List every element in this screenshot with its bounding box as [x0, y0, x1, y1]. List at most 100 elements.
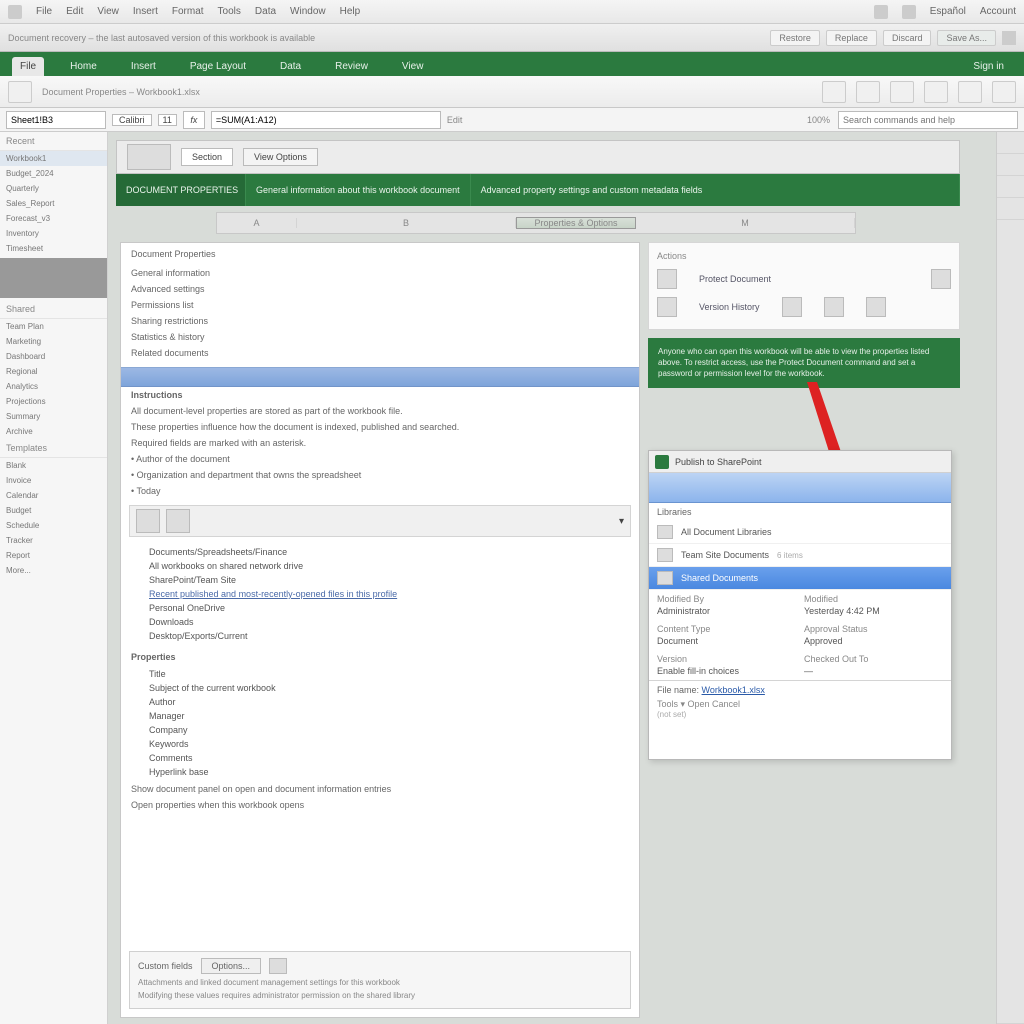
nav-item[interactable]: Blank [0, 458, 107, 473]
nav-item[interactable]: Report [0, 548, 107, 563]
name-box[interactable] [6, 111, 106, 129]
nav-item[interactable]: Team Plan [0, 319, 107, 334]
nav-item[interactable]: Budget [0, 503, 107, 518]
nav-item[interactable]: More... [0, 563, 107, 578]
recent-location[interactable]: Personal OneDrive [149, 601, 639, 615]
menu-file[interactable]: File [36, 6, 52, 17]
cut-icon[interactable] [924, 81, 948, 103]
redo-icon[interactable] [856, 81, 880, 103]
nav-item[interactable]: Timesheet [0, 241, 107, 256]
formula-input[interactable] [211, 111, 441, 129]
share-icon[interactable] [782, 297, 802, 317]
menu-view[interactable]: View [97, 6, 119, 17]
file-row[interactable]: All Document Libraries [649, 521, 951, 544]
protect-doc-label[interactable]: Protect Document [699, 274, 771, 284]
section-tab[interactable]: Section [181, 148, 233, 166]
dialog-titlebar[interactable]: Publish to SharePoint [649, 451, 951, 473]
gear-icon[interactable] [269, 958, 287, 974]
recent-location[interactable]: All workbooks on shared network drive [149, 559, 639, 573]
nav-item[interactable]: Analytics [0, 379, 107, 394]
menu-window[interactable]: Window [290, 6, 326, 17]
menu-insert[interactable]: Insert [133, 6, 158, 17]
recent-location[interactable]: Documents/Spreadsheets/Finance [149, 545, 639, 559]
nav-item[interactable]: Marketing [0, 334, 107, 349]
recent-location[interactable]: Desktop/Exports/Current [149, 629, 639, 643]
location-picker[interactable]: ▾ [129, 505, 631, 537]
col-m[interactable]: M [636, 218, 855, 228]
menu-tools[interactable]: Tools [218, 6, 241, 17]
discard-button[interactable]: Discard [883, 30, 932, 46]
nav-item[interactable]: Calendar [0, 488, 107, 503]
nav-item[interactable]: Projections [0, 394, 107, 409]
prop-link[interactable]: Advanced settings [121, 281, 639, 297]
format-painter-icon[interactable] [992, 81, 1016, 103]
prop-link[interactable]: Permissions list [121, 297, 639, 313]
nav-item[interactable]: Archive [0, 424, 107, 439]
prop-field[interactable]: Company [149, 723, 639, 737]
scroll-down-icon[interactable] [997, 1002, 1024, 1024]
dialog-buttons[interactable]: Tools ▾ Open Cancel [657, 699, 943, 710]
nav-item[interactable]: Inventory [0, 226, 107, 241]
saveas-button[interactable]: Save As... [937, 30, 996, 46]
nav-item[interactable]: Quarterly [0, 181, 107, 196]
prop-field[interactable]: Subject of the current workbook [149, 681, 639, 695]
font-size[interactable]: 11 [158, 114, 177, 126]
prop-link[interactable]: Related documents [121, 345, 639, 361]
col-a[interactable]: A [217, 218, 297, 228]
recent-location[interactable]: Downloads [149, 615, 639, 629]
lang-indicator[interactable]: Español [930, 6, 966, 17]
restore-button[interactable]: Restore [770, 30, 820, 46]
copy-icon[interactable] [958, 81, 982, 103]
nav-item[interactable]: Sales_Report [0, 196, 107, 211]
file-row-selected[interactable]: Shared Documents [649, 567, 951, 590]
prop-link[interactable]: General information [121, 265, 639, 281]
close-icon[interactable] [1002, 31, 1016, 45]
tab-insert[interactable]: Insert [123, 57, 164, 76]
scroll-up-icon[interactable] [997, 132, 1024, 154]
menu-edit[interactable]: Edit [66, 6, 83, 17]
filename-value[interactable]: Workbook1.xlsx [702, 685, 765, 695]
view-options-tab[interactable]: View Options [243, 148, 318, 166]
save-icon[interactable] [8, 81, 32, 103]
breadcrumb[interactable]: Libraries [649, 503, 951, 521]
nav-item[interactable]: Budget_2024 [0, 166, 107, 181]
shield-icon[interactable] [657, 269, 677, 289]
search-input[interactable] [838, 111, 1018, 129]
prop-field[interactable]: Comments [149, 751, 639, 765]
tab-data[interactable]: Data [272, 57, 309, 76]
nav-item[interactable]: Schedule [0, 518, 107, 533]
menu-data[interactable]: Data [255, 6, 276, 17]
nav-item[interactable]: Workbook1 [0, 151, 107, 166]
prop-field[interactable]: Keywords [149, 737, 639, 751]
nav-item[interactable]: Dashboard [0, 349, 107, 364]
nav-item[interactable]: Invoice [0, 473, 107, 488]
file-row[interactable]: Team Site Documents 6 items [649, 544, 951, 567]
version-history-label[interactable]: Version History [699, 302, 760, 312]
nav-item[interactable]: Forecast_v3 [0, 211, 107, 226]
menu-format[interactable]: Format [172, 6, 204, 17]
properties-dropdown[interactable]: Properties & Options [516, 217, 636, 229]
tab-view[interactable]: View [394, 57, 432, 76]
account-menu[interactable]: Account [980, 6, 1016, 17]
options-button[interactable]: Options... [201, 958, 262, 974]
tab-page-layout[interactable]: Page Layout [182, 57, 254, 76]
menu-help[interactable]: Help [340, 6, 361, 17]
print-icon[interactable] [824, 297, 844, 317]
col-b[interactable]: B [297, 218, 516, 228]
history-icon[interactable] [657, 297, 677, 317]
prop-link[interactable]: Sharing restrictions [121, 313, 639, 329]
prop-field[interactable]: Manager [149, 709, 639, 723]
zoom-label[interactable]: 100% [807, 115, 830, 125]
chevron-icon[interactable] [931, 269, 951, 289]
tab-file[interactable]: File [12, 57, 44, 76]
undo-icon[interactable] [822, 81, 846, 103]
fx-icon[interactable]: fx [183, 111, 205, 129]
scrollbar-track[interactable] [997, 220, 1024, 1002]
prop-field[interactable]: Hyperlink base [149, 765, 639, 779]
signin-link[interactable]: Sign in [965, 57, 1012, 76]
recent-location-link[interactable]: Recent published and most-recently-opene… [149, 587, 639, 601]
paste-icon[interactable] [890, 81, 914, 103]
export-icon[interactable] [866, 297, 886, 317]
nav-item[interactable]: Summary [0, 409, 107, 424]
nav-item[interactable]: Tracker [0, 533, 107, 548]
